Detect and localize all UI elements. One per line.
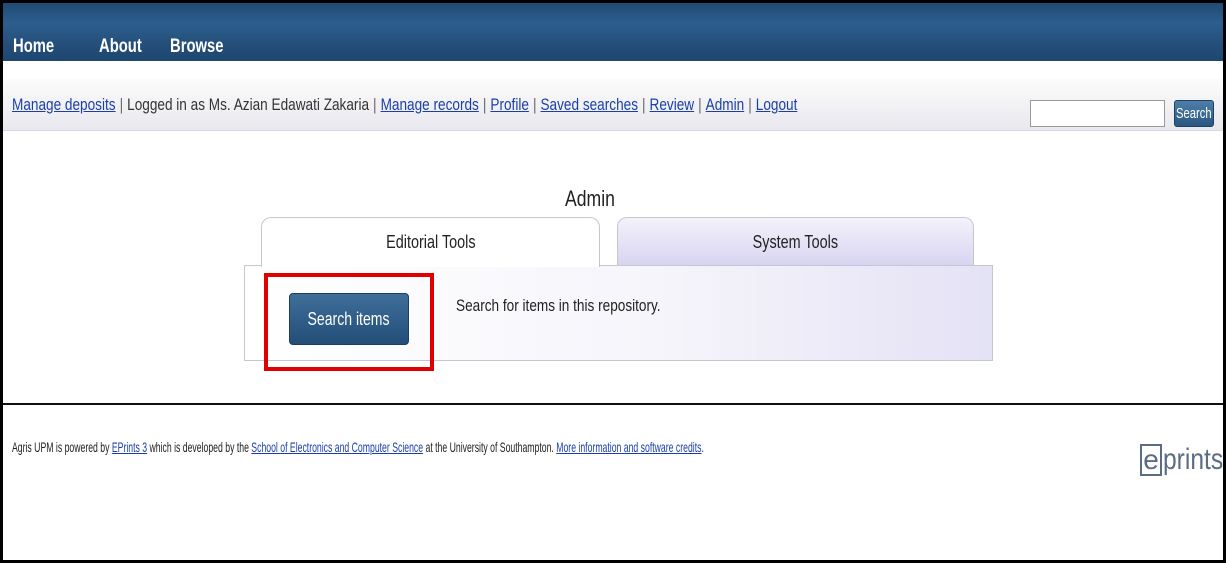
tab-editorial-tools[interactable]: Editorial Tools [261, 217, 600, 267]
ecs-link[interactable]: School of Electronics and Computer Scien… [251, 439, 423, 455]
eprints-link[interactable]: EPrints 3 [112, 439, 147, 455]
nav-browse[interactable]: Browse [170, 36, 224, 58]
logout-link[interactable]: Logout [756, 95, 798, 114]
manage-records-link[interactable]: Manage records [381, 95, 479, 114]
footer-text-3: at the University of Southampton. [423, 439, 557, 455]
search-items-label: Search items [308, 308, 390, 329]
footer-divider [3, 403, 1223, 405]
nav-home[interactable]: Home [13, 36, 54, 58]
separator: | [119, 95, 124, 114]
search-button[interactable]: Search [1174, 100, 1214, 127]
software-credits-link[interactable]: More information and software credits [556, 439, 701, 455]
search-button-label: Search [1176, 105, 1212, 122]
logged-in-text: Logged in as Ms. Azian Edawati Zakaria [127, 95, 370, 114]
manage-deposits-link[interactable]: Manage deposits [12, 95, 116, 114]
separator: | [482, 95, 487, 114]
separator: | [642, 95, 646, 114]
tab-system-tools[interactable]: System Tools [617, 217, 974, 267]
page-title: Admin [565, 186, 615, 211]
profile-link[interactable]: Profile [490, 95, 529, 114]
eprints-logo-text: prints [1163, 443, 1224, 476]
separator: | [698, 95, 702, 114]
tab-system-tools-label: System Tools [752, 232, 839, 252]
search-items-button[interactable]: Search items [289, 293, 409, 345]
review-link[interactable]: Review [650, 95, 695, 114]
separator: | [532, 95, 537, 114]
separator: | [373, 95, 377, 114]
nav-about[interactable]: About [99, 36, 142, 58]
app-window: Home About Browse Manage deposits | Logged… [0, 0, 1226, 563]
footer-text-1: Agris UPM is powered by [12, 439, 112, 455]
separator: | [748, 95, 752, 114]
eprints-logo[interactable]: e prints [1140, 443, 1224, 477]
tab-editorial-tools-label: Editorial Tools [385, 232, 476, 252]
user-links: Manage deposits | Logged in as Ms. Azian E… [12, 95, 797, 115]
search-items-description: Search for items in this repository. [456, 296, 661, 315]
search-input[interactable] [1030, 100, 1165, 127]
eprints-logo-e: e [1140, 444, 1162, 476]
top-navigation: Home About Browse [3, 3, 1223, 61]
footer-text-4: . [701, 439, 704, 455]
footer-text-2: which is developed by the [147, 439, 252, 455]
saved-searches-link[interactable]: Saved searches [540, 95, 638, 114]
admin-link[interactable]: Admin [706, 95, 745, 114]
footer-credits: Agris UPM is powered by EPrints 3 which … [12, 439, 704, 455]
